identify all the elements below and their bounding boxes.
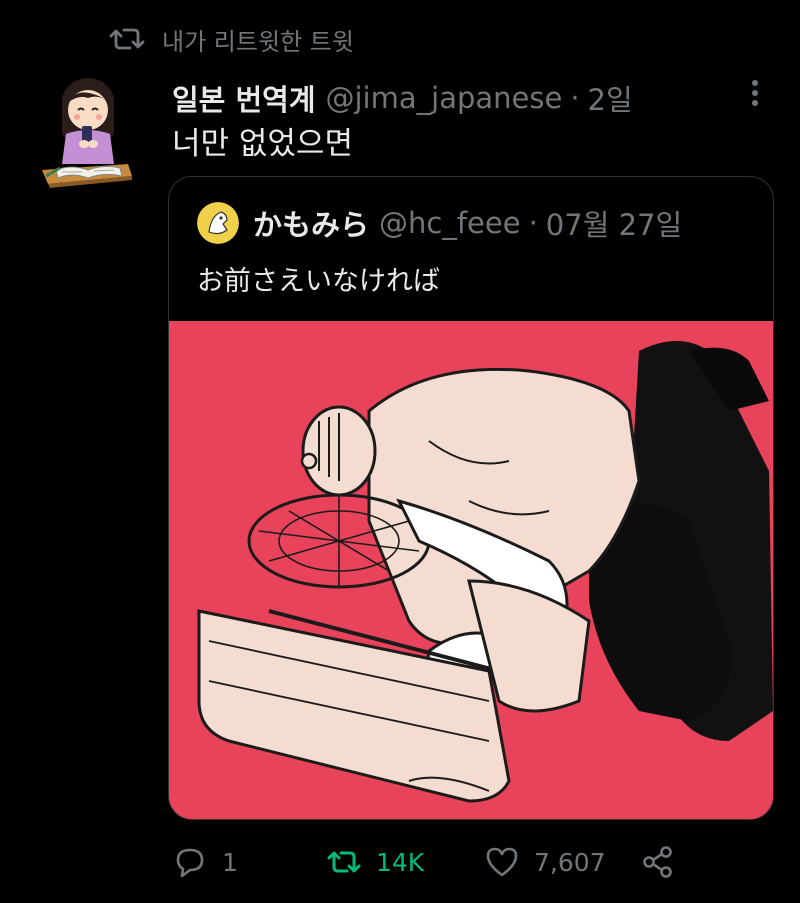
reply-count: 1 [222, 847, 238, 877]
quote-avatar [197, 202, 239, 244]
like-button[interactable]: 7,607 [484, 838, 606, 886]
quote-timestamp: 07월 27일 [545, 208, 683, 242]
like-count: 7,607 [534, 847, 606, 877]
reply-button[interactable]: 1 [172, 838, 238, 886]
quote-author-handle: @hc_feee [379, 206, 521, 240]
quote-media-image[interactable] [169, 321, 773, 819]
avatar[interactable] [38, 72, 134, 196]
tweet-timestamp[interactable]: 2일 [588, 77, 633, 119]
retweet-icon [327, 851, 361, 873]
retweet-count: 14K [376, 847, 425, 877]
author-display-name[interactable]: 일본 번역계 [172, 77, 316, 119]
retweet-context-label: 내가 리트윗한 트윗 [162, 27, 354, 56]
quote-text: お前さえいなければ [197, 266, 440, 297]
tweet-header: 일본 번역계 @jima_japanese · 2일 [172, 78, 633, 118]
tweet-action-bar: 1 14K 7,607 [172, 838, 692, 886]
share-button[interactable] [640, 838, 676, 886]
retweet-context: 내가 리트윗한 트윗 [108, 22, 354, 56]
reply-icon [176, 848, 204, 878]
heart-icon [486, 847, 518, 877]
quote-author-display-name: かもみら [253, 208, 370, 242]
quote-tweet-card[interactable]: かもみら @hc_feee · 07월 27일 お前さえいなければ [168, 176, 774, 820]
more-vertical-icon [752, 80, 758, 86]
retweet-icon [109, 28, 145, 50]
quote-separator-dot: · [528, 206, 538, 240]
quote-header: かもみら @hc_feee · 07월 27일 [197, 201, 682, 245]
separator-dot: · [570, 81, 580, 115]
avatar-illustration [42, 78, 132, 188]
author-handle[interactable]: @jima_japanese [326, 81, 563, 115]
more-vertical-dot [752, 90, 758, 96]
more-options-button[interactable] [740, 76, 770, 110]
tweet-text: 너만 없었으면 [172, 126, 353, 162]
more-vertical-dot [752, 100, 758, 106]
retweet-button[interactable]: 14K [326, 838, 424, 886]
share-icon [643, 846, 672, 878]
